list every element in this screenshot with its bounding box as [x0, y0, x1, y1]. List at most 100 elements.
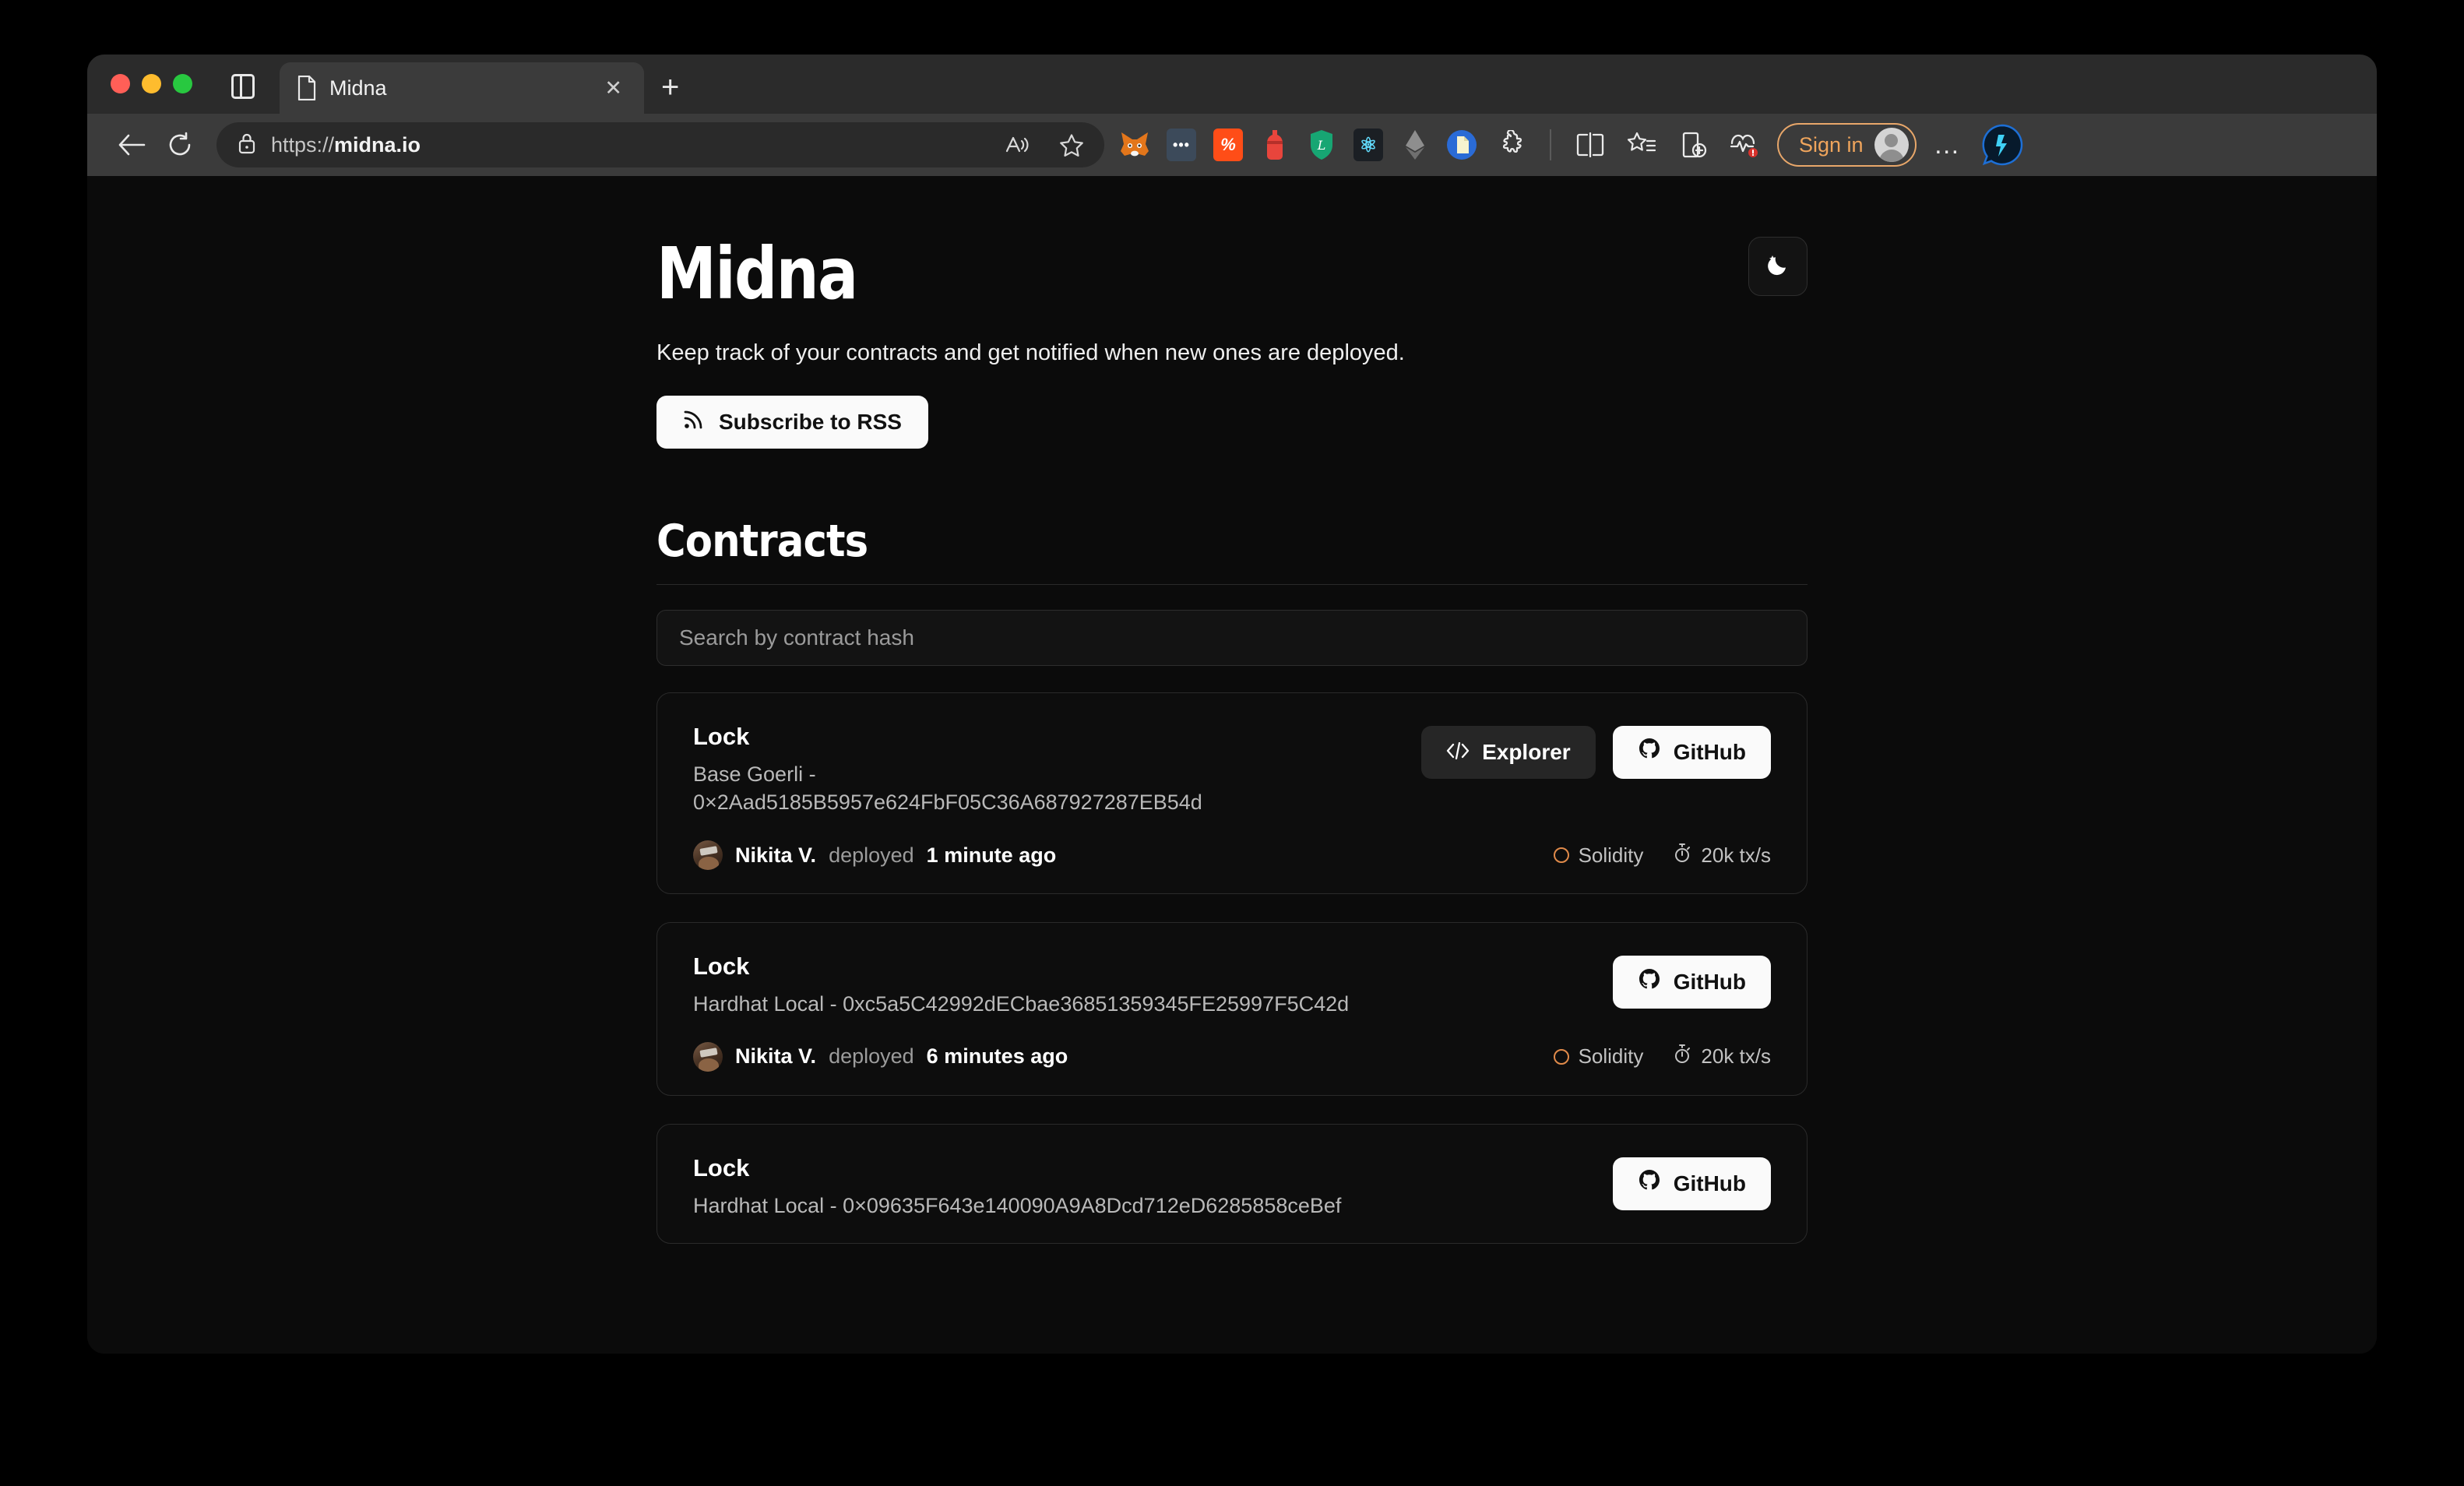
github-button[interactable]: GitHub — [1612, 956, 1771, 1009]
github-icon — [1638, 968, 1661, 997]
sign-in-label: Sign in — [1799, 132, 1864, 157]
solidity-dot-icon — [1553, 847, 1569, 864]
browser-essentials-icon[interactable] — [1723, 123, 1766, 167]
tab-midna[interactable]: Midna ✕ — [280, 62, 644, 114]
github-label: GitHub — [1673, 1171, 1746, 1195]
shield-extension-icon[interactable]: L — [1302, 125, 1341, 164]
close-icon[interactable]: ✕ — [600, 73, 627, 104]
throughput-label: 20k tx/s — [1701, 843, 1771, 867]
deployer-name: Nikita V. — [735, 843, 817, 867]
moon-stars-icon — [1762, 249, 1793, 284]
sidebar-toggle-button[interactable] — [225, 69, 261, 104]
deployer-name: Nikita V. — [735, 1044, 817, 1069]
github-icon — [1638, 738, 1661, 766]
subscribe-rss-button[interactable]: Subscribe to RSS — [656, 395, 928, 449]
favorites-icon[interactable] — [1620, 123, 1663, 167]
browser-window: Midna ✕ + https://midna.io ••• % L ⚛ Sig… — [87, 55, 2377, 1354]
extensions-puzzle-icon[interactable] — [1489, 123, 1533, 167]
toolbar-divider — [1550, 129, 1551, 160]
deployer-info: Nikita V. deployed 1 minute ago — [693, 840, 1057, 871]
split-screen-icon[interactable] — [1568, 123, 1612, 167]
ethereum-extension-icon[interactable] — [1396, 125, 1434, 164]
contracts-list: Lock Base Goerli - 0×2Aad5185B5957e624Fb… — [656, 692, 1808, 1245]
more-menu-button[interactable]: … — [1924, 130, 1971, 160]
dots-extension-icon[interactable]: ••• — [1162, 125, 1201, 164]
language-label: Solidity — [1578, 843, 1644, 867]
contract-subtitle: Hardhat Local - 0xc5a5C42992dECbae368513… — [693, 992, 1350, 1016]
code-brackets-icon — [1446, 740, 1470, 765]
github-icon — [1638, 1169, 1661, 1198]
throughput-label: 20k tx/s — [1701, 1044, 1771, 1069]
contract-info: Lock Hardhat Local - 0xc5a5C42992dECbae3… — [693, 953, 1349, 1019]
explorer-button[interactable]: Explorer — [1421, 725, 1596, 779]
contract-card-footer: Nikita V. deployed 6 minutes ago Solidit… — [693, 1041, 1771, 1072]
window-controls — [111, 55, 192, 114]
contract-card[interactable]: Lock Hardhat Local - 0xc5a5C42992dECbae3… — [656, 922, 1808, 1096]
document-icon — [297, 76, 317, 100]
svg-text:L: L — [1317, 138, 1326, 153]
contract-meta: Solidity 20k tx/s — [1553, 843, 1771, 868]
stopwatch-icon — [1673, 843, 1691, 868]
metamask-icon[interactable] — [1115, 125, 1154, 164]
percent-extension-icon[interactable]: % — [1209, 125, 1248, 164]
github-button[interactable]: GitHub — [1612, 1157, 1771, 1210]
subscribe-rss-label: Subscribe to RSS — [719, 409, 902, 434]
contract-meta: Solidity 20k tx/s — [1553, 1044, 1771, 1069]
read-aloud-icon[interactable] — [997, 125, 1037, 165]
lock-icon — [237, 132, 257, 159]
deployed-verb: deployed — [829, 1044, 914, 1069]
copilot-icon[interactable] — [1980, 123, 2024, 167]
maximize-window-button[interactable] — [173, 73, 192, 93]
avatar — [693, 1041, 723, 1072]
language-badge: Solidity — [1553, 1044, 1644, 1069]
reload-button[interactable] — [157, 122, 202, 167]
contracts-heading: Contracts — [656, 515, 868, 567]
throughput-badge: 20k tx/s — [1673, 843, 1771, 868]
contract-card[interactable]: Lock Hardhat Local - 0×09635F643e140090A… — [656, 1123, 1808, 1245]
contract-name: Lock — [693, 1153, 750, 1181]
github-button[interactable]: GitHub — [1612, 725, 1771, 779]
panel-icon — [231, 74, 255, 99]
language-badge: Solidity — [1553, 843, 1644, 868]
deployed-verb: deployed — [829, 843, 914, 867]
contract-actions: Explorer GitHub — [1421, 723, 1771, 779]
search-input[interactable] — [656, 609, 1808, 666]
avatar — [693, 840, 723, 871]
url-text: https://midna.io — [271, 132, 421, 157]
contract-card-header: Lock Hardhat Local - 0×09635F643e140090A… — [693, 1154, 1771, 1220]
solidity-dot-icon — [1553, 1048, 1569, 1065]
contract-subtitle: Base Goerli - 0×2Aad5185B5957e624FbF05C3… — [693, 762, 1202, 815]
contract-name: Lock — [693, 722, 750, 750]
language-label: Solidity — [1578, 1044, 1644, 1069]
page-tagline: Keep track of your contracts and get not… — [656, 340, 1405, 365]
star-icon[interactable] — [1051, 125, 1092, 165]
web-page: Midna Keep track of your contracts and g… — [87, 176, 2377, 1354]
account-avatar — [1874, 128, 1909, 162]
minimize-window-button[interactable] — [142, 73, 161, 93]
theme-toggle-button[interactable] — [1748, 237, 1808, 296]
contract-card-footer: Nikita V. deployed 1 minute ago Solidity — [693, 840, 1771, 871]
throughput-badge: 20k tx/s — [1673, 1044, 1771, 1069]
deployed-time: 1 minute ago — [926, 843, 1057, 867]
contract-info: Lock Hardhat Local - 0×09635F643e140090A… — [693, 1154, 1341, 1220]
sign-in-button[interactable]: Sign in — [1777, 123, 1917, 167]
address-bar[interactable]: https://midna.io — [216, 122, 1104, 167]
contract-name: Lock — [693, 953, 750, 981]
contract-card[interactable]: Lock Base Goerli - 0×2Aad5185B5957e624Fb… — [656, 692, 1808, 895]
new-tab-button[interactable]: + — [661, 72, 679, 103]
github-label: GitHub — [1673, 970, 1746, 995]
github-label: GitHub — [1673, 739, 1746, 764]
page-title: Midna — [656, 232, 858, 315]
blue-doc-extension-icon[interactable] — [1442, 125, 1481, 164]
back-button[interactable] — [109, 122, 154, 167]
contract-card-header: Lock Base Goerli - 0×2Aad5185B5957e624Fb… — [693, 723, 1771, 817]
close-window-button[interactable] — [111, 73, 130, 93]
explorer-label: Explorer — [1482, 739, 1571, 764]
contract-subtitle: Hardhat Local - 0×09635F643e140090A9A8Dc… — [693, 1193, 1342, 1217]
tab-title: Midna — [329, 76, 387, 100]
collections-icon[interactable] — [1671, 123, 1715, 167]
bottle-extension-icon[interactable] — [1255, 125, 1294, 164]
react-devtools-icon[interactable]: ⚛ — [1349, 125, 1388, 164]
browser-toolbar: https://midna.io ••• % L ⚛ Sign in … — [87, 114, 2377, 176]
stopwatch-icon — [1673, 1044, 1691, 1069]
